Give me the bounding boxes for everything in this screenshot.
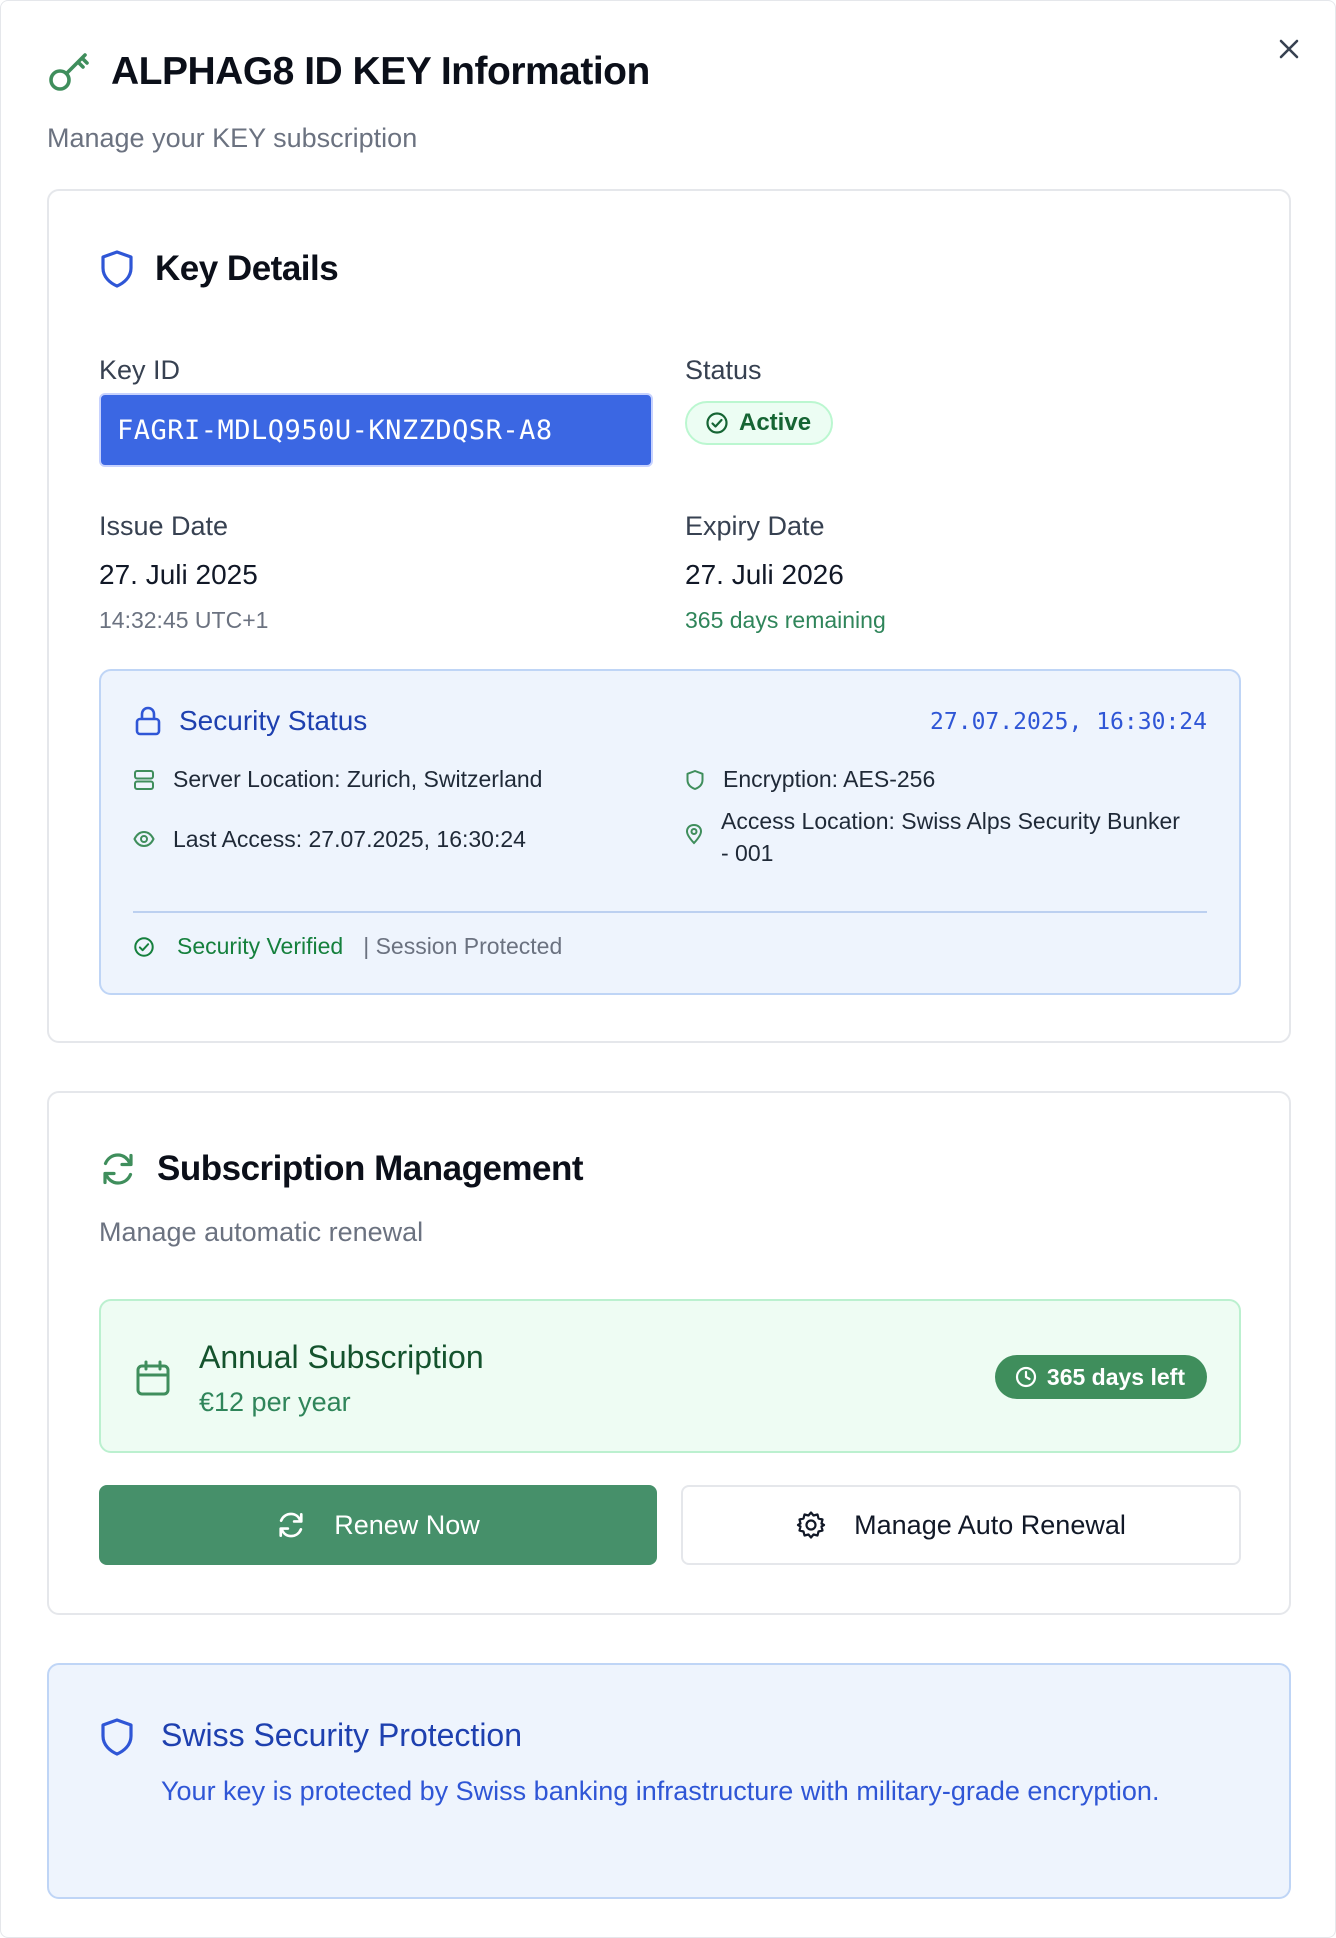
- issue-date-label: Issue Date: [99, 511, 229, 541]
- access-location-text: Access Location: Swiss Alps Security Bun…: [721, 808, 1180, 866]
- expiry-date-value: 27. Juli 2026: [685, 559, 844, 590]
- key-id-label: Key ID: [99, 355, 181, 385]
- key-details-header: Key Details: [99, 249, 339, 289]
- lock-icon: [135, 706, 161, 736]
- last-access-item: Last Access: 27.07.2025, 16:30:24: [133, 823, 653, 855]
- security-status-title: Security Status: [179, 705, 368, 736]
- subscription-description: Manage automatic renewal: [99, 1217, 424, 1247]
- check-circle-icon: [134, 936, 154, 957]
- shield-icon: [101, 250, 133, 288]
- subscription-card: Subscription Management Manage automatic…: [47, 1091, 1291, 1615]
- status-badge: Active: [685, 401, 834, 445]
- key-info-dialog: ALPHAG8 ID KEY Information Manage your K…: [0, 0, 1336, 1938]
- clock-icon: [1015, 1366, 1037, 1388]
- security-divider: [133, 911, 1207, 913]
- renew-now-label: Renew Now: [334, 1509, 480, 1540]
- key-details-card: Key Details Key ID FAGRI-MDLQ950U-KNZZDQ…: [47, 189, 1291, 1043]
- subscription-title: Subscription Management: [157, 1149, 584, 1188]
- swiss-security-panel: Swiss Security Protection Your key is pr…: [47, 1663, 1291, 1899]
- close-icon: [1279, 39, 1299, 59]
- subscription-header: Subscription Management: [99, 1149, 584, 1189]
- days-left-badge: 365 days left: [994, 1355, 1207, 1399]
- key-id-field[interactable]: FAGRI-MDLQ950U-KNZZDQSR-A8: [99, 393, 653, 467]
- key-details-title: Key Details: [155, 249, 339, 288]
- session-protected-text: | Session Protected: [363, 933, 563, 959]
- encryption-text: Encryption: AES-256: [723, 766, 936, 792]
- dialog-subtitle: Manage your KEY subscription: [47, 123, 418, 153]
- days-remaining: 365 days remaining: [685, 607, 886, 633]
- check-circle-icon: [706, 412, 728, 434]
- manage-auto-renewal-button[interactable]: Manage Auto Renewal: [681, 1485, 1241, 1565]
- refresh-icon: [279, 1512, 303, 1538]
- last-access-text: Last Access: 27.07.2025, 16:30:24: [173, 826, 526, 852]
- swiss-security-text: Your key is protected by Swiss banking i…: [161, 1776, 1160, 1806]
- renew-now-button[interactable]: Renew Now: [99, 1485, 657, 1565]
- annual-plan-panel: Annual Subscription €12 per year 365 day…: [99, 1299, 1241, 1453]
- days-left-text: 365 days left: [1046, 1363, 1185, 1390]
- key-icon: [49, 53, 89, 91]
- swiss-security-title: Swiss Security Protection: [161, 1717, 523, 1753]
- calendar-icon: [136, 1360, 170, 1396]
- security-verified-text: Security Verified: [177, 933, 344, 959]
- shield-icon: [101, 1718, 133, 1756]
- security-status-panel: Security Status 27.07.2025, 16:30:24 Ser…: [99, 669, 1241, 995]
- server-location-item: Server Location: Zurich, Switzerland: [133, 763, 653, 795]
- close-button[interactable]: [1271, 31, 1307, 67]
- security-status-header: Security Status: [133, 705, 367, 737]
- issue-time-value: 14:32:45 UTC+1: [99, 607, 269, 633]
- map-pin-icon: [685, 823, 703, 845]
- server-icon: [134, 770, 154, 790]
- access-location-item: Access Location: Swiss Alps Security Bun…: [685, 805, 1185, 869]
- expiry-date-label: Expiry Date: [685, 511, 825, 541]
- refresh-icon: [103, 1153, 133, 1185]
- security-footer: Security Verified | Session Protected: [133, 933, 562, 960]
- security-timestamp: 27.07.2025, 16:30:24: [930, 709, 1207, 735]
- encryption-item: Encryption: AES-256: [685, 763, 1205, 795]
- shield-small-icon: [686, 770, 704, 790]
- eye-icon: [133, 830, 155, 848]
- plan-name: Annual Subscription: [199, 1339, 484, 1375]
- plan-price: €12 per year: [199, 1387, 351, 1417]
- gear-icon: [797, 1511, 826, 1539]
- dialog-title: ALPHAG8 ID KEY Information: [111, 50, 650, 93]
- server-location-text: Server Location: Zurich, Switzerland: [173, 766, 543, 792]
- status-label: Status: [685, 355, 762, 385]
- dialog-header: ALPHAG8 ID KEY Information Manage your K…: [47, 49, 650, 154]
- status-value: Active: [739, 409, 812, 436]
- issue-date-value: 27. Juli 2025: [99, 559, 258, 590]
- manage-auto-renewal-label: Manage Auto Renewal: [854, 1509, 1126, 1540]
